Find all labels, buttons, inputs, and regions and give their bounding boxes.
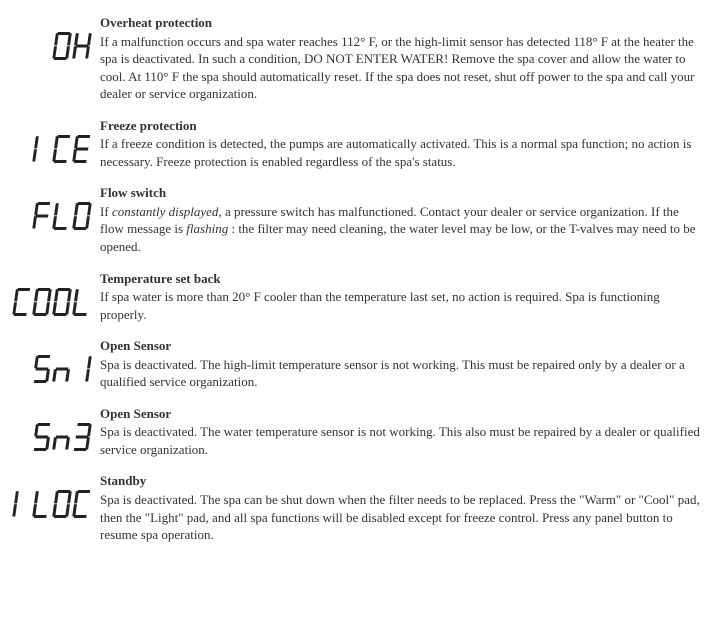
entry-title: Freeze protection xyxy=(100,117,700,135)
entry-text: Open Sensor Spa is deactivated. The wate… xyxy=(100,405,700,459)
entry-text: Standby Spa is deactivated. The spa can … xyxy=(100,472,700,543)
entry-text: Overheat protection If a malfunction occ… xyxy=(100,14,700,103)
entry-body: If a malfunction occurs and spa water re… xyxy=(100,33,700,103)
entry-body: If constantly displayed, a pressure swit… xyxy=(100,203,700,256)
entry-body: Spa is deactivated. The high-limit tempe… xyxy=(100,356,700,391)
code-display-iloc xyxy=(10,472,100,523)
entry-body: Spa is deactivated. The spa can be shut … xyxy=(100,491,700,544)
entry-title: Open Sensor xyxy=(100,405,700,423)
code-display-ice xyxy=(10,117,100,168)
entry-text: Temperature set back If spa water is mor… xyxy=(100,270,700,324)
entry-body: Spa is deactivated. The water temperatur… xyxy=(100,423,700,458)
entry-text: Freeze protection If a freeze condition … xyxy=(100,117,700,171)
entry-flow: Flow switch If constantly displayed, a p… xyxy=(10,184,700,255)
entry-title: Open Sensor xyxy=(100,337,700,355)
entry-title: Standby xyxy=(100,472,700,490)
code-display-oh xyxy=(10,14,100,65)
entry-freeze: Freeze protection If a freeze condition … xyxy=(10,117,700,171)
code-display-flo xyxy=(10,184,100,235)
code-display-sn1 xyxy=(10,337,100,388)
entry-text: Flow switch If constantly displayed, a p… xyxy=(100,184,700,255)
entry-overheat: Overheat protection If a malfunction occ… xyxy=(10,14,700,103)
entry-body: If spa water is more than 20° F cooler t… xyxy=(100,288,700,323)
entry-title: Temperature set back xyxy=(100,270,700,288)
entry-text: Open Sensor Spa is deactivated. The high… xyxy=(100,337,700,391)
entry-sn1: Open Sensor Spa is deactivated. The high… xyxy=(10,337,700,391)
code-display-sn3 xyxy=(10,405,100,456)
error-code-reference: Overheat protection If a malfunction occ… xyxy=(0,0,718,620)
entry-sn3: Open Sensor Spa is deactivated. The wate… xyxy=(10,405,700,459)
entry-title: Flow switch xyxy=(100,184,700,202)
entry-body: If a freeze condition is detected, the p… xyxy=(100,135,700,170)
entry-cool: Temperature set back If spa water is mor… xyxy=(10,270,700,324)
entry-title: Overheat protection xyxy=(100,14,700,32)
entry-iloc: Standby Spa is deactivated. The spa can … xyxy=(10,472,700,543)
code-display-cool xyxy=(10,270,100,321)
